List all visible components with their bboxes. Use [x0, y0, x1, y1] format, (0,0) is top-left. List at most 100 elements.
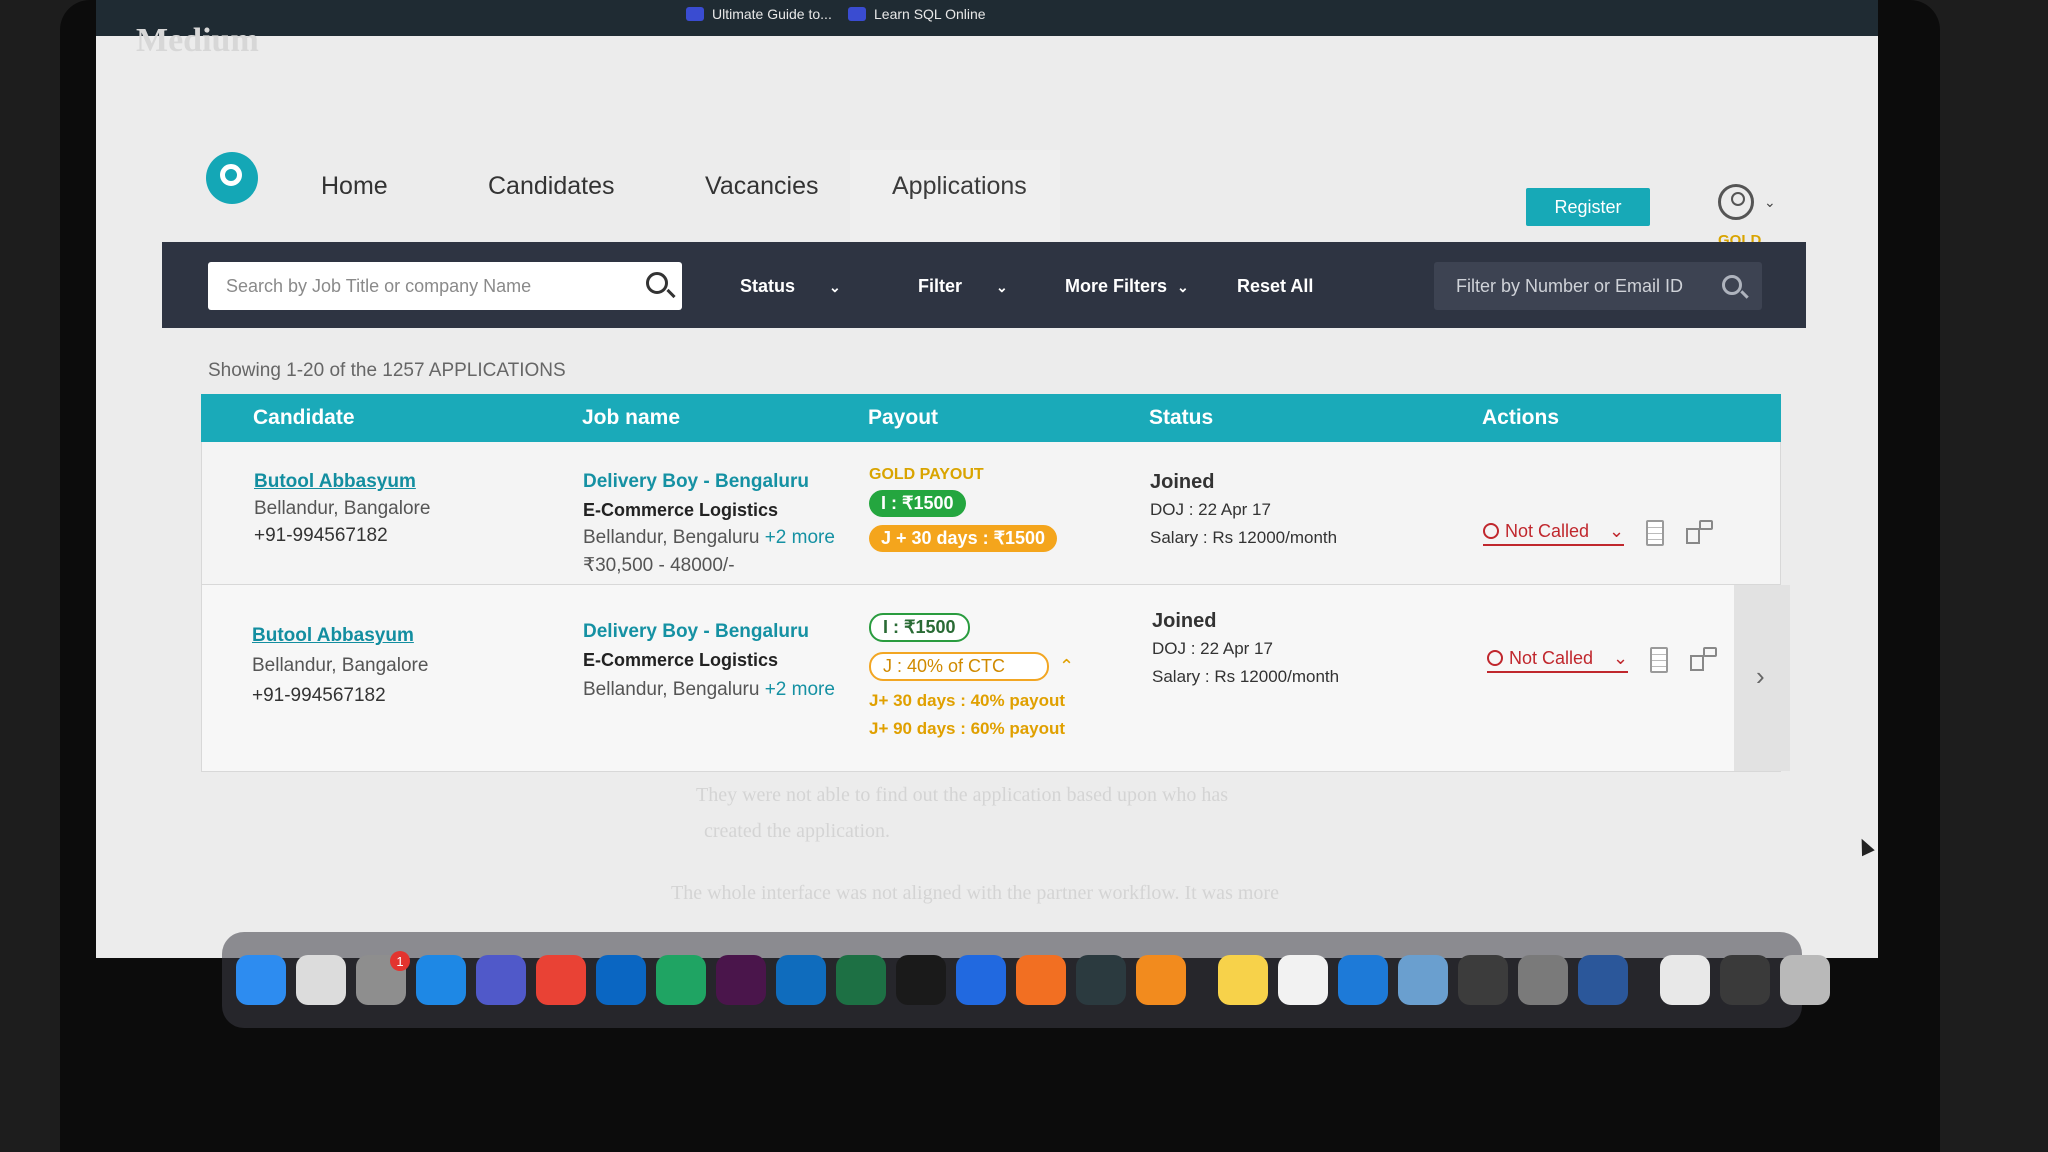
- dock-item[interactable]: [476, 955, 526, 1005]
- box-icon[interactable]: [1458, 955, 1508, 1005]
- sequel-icon[interactable]: [1518, 955, 1568, 1005]
- share-icon[interactable]: [1690, 647, 1718, 673]
- chevron-right-icon: ›: [1756, 661, 1765, 691]
- dock-item[interactable]: 1: [356, 951, 410, 1005]
- nav-applications[interactable]: Applications: [892, 172, 1027, 201]
- dock-item[interactable]: [1660, 955, 1710, 1005]
- dock-item[interactable]: [1720, 955, 1770, 1005]
- more-locations-link[interactable]: +2 more: [765, 527, 835, 548]
- dock-item[interactable]: [836, 955, 886, 1005]
- dock-item[interactable]: [236, 955, 286, 1005]
- browser-tab[interactable]: Ultimate Guide to...: [686, 6, 832, 22]
- dock-item[interactable]: [1278, 955, 1328, 1005]
- filter-dropdown[interactable]: Filter ⌄: [918, 276, 1008, 297]
- row-expand-button[interactable]: ›: [1734, 585, 1790, 771]
- notes-icon[interactable]: [1218, 955, 1268, 1005]
- chevron-down-icon: ⌄: [1613, 647, 1629, 668]
- slack-icon[interactable]: [716, 955, 766, 1005]
- number-email-filter-input[interactable]: Filter by Number or Email ID: [1434, 262, 1762, 310]
- job-title-link[interactable]: Delivery Boy - Bengaluru: [583, 468, 835, 496]
- dock-item[interactable]: [1578, 955, 1628, 1005]
- candidate-cell: Butool Abbasyum Bellandur, Bangalore +91…: [252, 621, 428, 711]
- document-icon[interactable]: [1660, 955, 1710, 1005]
- pen-icon[interactable]: [1016, 955, 1066, 1005]
- app-store-icon[interactable]: [416, 955, 466, 1005]
- dock-item[interactable]: [536, 955, 586, 1005]
- browser-tab[interactable]: Learn SQL Online: [848, 6, 986, 22]
- dock-item[interactable]: [1338, 955, 1388, 1005]
- search-icon[interactable]: [646, 272, 668, 294]
- table-row: Butool Abbasyum Bellandur, Bangalore +91…: [201, 442, 1781, 585]
- dock-item[interactable]: [776, 955, 826, 1005]
- initial-payout-badge: I : ₹1500: [869, 490, 966, 517]
- finder-icon[interactable]: [236, 955, 286, 1005]
- candidate-name-link[interactable]: Butool Abbasyum: [254, 468, 430, 495]
- dock-item[interactable]: [896, 955, 946, 1005]
- share-icon[interactable]: [1686, 520, 1714, 546]
- pycharm-icon[interactable]: [656, 955, 706, 1005]
- dock-item[interactable]: [296, 955, 346, 1005]
- vscode-icon[interactable]: [596, 955, 646, 1005]
- dock-item[interactable]: [656, 955, 706, 1005]
- dock-item[interactable]: [416, 955, 466, 1005]
- nav-candidates[interactable]: Candidates: [488, 172, 614, 201]
- scanner-icon[interactable]: [1720, 955, 1770, 1005]
- background-page-title: Medium: [136, 22, 259, 59]
- terminal-icon[interactable]: [896, 955, 946, 1005]
- register-button[interactable]: Register: [1526, 188, 1650, 226]
- filter-bar: Search by Job Title or company Name Stat…: [162, 242, 1806, 328]
- chevron-down-icon: ⌄: [1609, 520, 1625, 541]
- status-dropdown[interactable]: Status ⌄: [740, 276, 841, 297]
- arrow-app-icon[interactable]: [1076, 955, 1126, 1005]
- dock-item[interactable]: [956, 955, 1006, 1005]
- preview-icon[interactable]: [1398, 955, 1448, 1005]
- background-note: They were not able to find out the appli…: [696, 784, 1229, 806]
- dock-item[interactable]: [1136, 955, 1186, 1005]
- document-icon[interactable]: [1650, 647, 1669, 673]
- call-status-dropdown[interactable]: Not Called ⌄: [1487, 647, 1629, 673]
- dock-item[interactable]: [596, 955, 646, 1005]
- more-locations-link[interactable]: +2 more: [765, 679, 835, 700]
- outlook-icon[interactable]: [776, 955, 826, 1005]
- user-menu[interactable]: ⌄ GOLD: [1718, 184, 1776, 249]
- dock-item[interactable]: [1780, 955, 1830, 1005]
- app-logo[interactable]: [206, 152, 258, 204]
- reset-all-button[interactable]: Reset All: [1237, 276, 1313, 297]
- launchpad-icon[interactable]: [296, 955, 346, 1005]
- document-icon[interactable]: [1646, 520, 1665, 546]
- tab-favicon-icon: [686, 7, 704, 21]
- app: Home Candidates Vacancies Applications R…: [96, 120, 1878, 958]
- word-icon[interactable]: [1578, 955, 1628, 1005]
- actions-cell: Not Called ⌄: [1483, 520, 1714, 546]
- dock-item[interactable]: [1218, 955, 1268, 1005]
- search-icon[interactable]: [1722, 275, 1742, 295]
- dock-item[interactable]: [1016, 955, 1066, 1005]
- dock-item[interactable]: [1518, 955, 1568, 1005]
- chevron-up-icon[interactable]: ⌃: [1059, 656, 1074, 677]
- textedit-icon[interactable]: [1278, 955, 1328, 1005]
- candidate-phone: +91-994567182: [254, 525, 388, 546]
- vpn-icon[interactable]: [1136, 955, 1186, 1005]
- teams-icon[interactable]: [476, 955, 526, 1005]
- more-filters-dropdown[interactable]: More Filters ⌄: [1065, 276, 1189, 297]
- nav-home[interactable]: Home: [321, 172, 388, 201]
- dock-item[interactable]: [1458, 955, 1508, 1005]
- phone-icon: [1487, 650, 1503, 666]
- dock-item[interactable]: [1076, 955, 1126, 1005]
- chrome-icon[interactable]: [536, 955, 586, 1005]
- docker-icon[interactable]: [1338, 955, 1388, 1005]
- chevron-down-icon: ⌄: [1177, 279, 1189, 295]
- excel-icon[interactable]: [836, 955, 886, 1005]
- maps-pin-icon[interactable]: [956, 955, 1006, 1005]
- candidate-name-link[interactable]: Butool Abbasyum: [252, 621, 428, 651]
- candidate-phone: +91-994567182: [252, 685, 386, 706]
- screen: Ultimate Guide to... Learn SQL Online Me…: [96, 0, 1878, 958]
- call-status-dropdown[interactable]: Not Called ⌄: [1483, 520, 1625, 546]
- job-search-input[interactable]: Search by Job Title or company Name: [208, 262, 682, 310]
- job-title-link[interactable]: Delivery Boy - Bengaluru: [583, 617, 835, 646]
- dock-item[interactable]: [1398, 955, 1448, 1005]
- nav-vacancies[interactable]: Vacancies: [705, 172, 819, 201]
- status-label: Joined: [1150, 471, 1215, 493]
- trash-icon[interactable]: [1780, 955, 1830, 1005]
- dock-item[interactable]: [716, 955, 766, 1005]
